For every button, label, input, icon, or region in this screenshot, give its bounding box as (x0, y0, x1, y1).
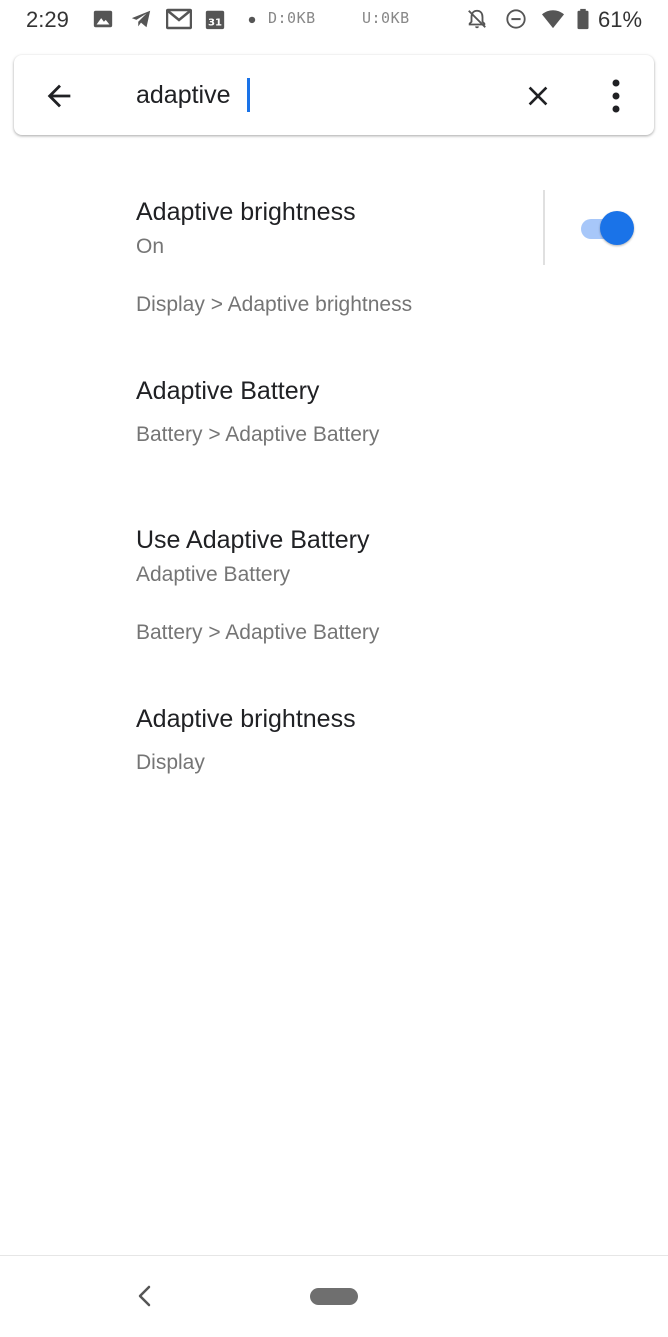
adaptive-brightness-toggle[interactable] (578, 210, 638, 246)
toggle-thumb (600, 211, 634, 245)
result-title: Adaptive brightness (136, 198, 356, 226)
telegram-icon (131, 10, 151, 28)
result-title: Adaptive brightness (136, 705, 356, 733)
battery-percent: 61% (598, 7, 643, 32)
download-speed: D:0KB (268, 9, 316, 27)
calendar-day: 31 (208, 17, 222, 28)
gmail-icon (166, 8, 192, 30)
result-path: Battery > Adaptive Battery (136, 621, 380, 644)
image-icon (93, 10, 113, 28)
result-path: Display > Adaptive brightness (136, 293, 413, 316)
result-summary: On (136, 235, 165, 258)
close-icon[interactable] (522, 80, 554, 112)
upload-speed: U:0KB (362, 9, 410, 27)
result-title: Use Adaptive Battery (136, 526, 370, 554)
search-input[interactable] (136, 75, 496, 115)
more-vert-icon[interactable] (606, 78, 626, 114)
search-bar (14, 55, 654, 135)
notifications-off-icon (468, 9, 486, 29)
toggle-divider (543, 190, 545, 265)
wifi-icon (542, 10, 564, 29)
arrow-back-icon[interactable] (42, 79, 76, 113)
text-cursor (247, 78, 250, 112)
nav-back-icon[interactable] (134, 1284, 156, 1308)
dot-icon (248, 16, 256, 24)
status-bar: 2:29 31 D:0KB U:0KB 61% (0, 0, 668, 40)
result-summary: Adaptive Battery (136, 563, 291, 586)
navigation-bar (0, 1255, 668, 1337)
calendar-icon: 31 (205, 10, 225, 30)
result-path: Battery > Adaptive Battery (136, 423, 380, 446)
status-time: 2:29 (26, 7, 69, 32)
do-not-disturb-icon (506, 9, 526, 29)
result-path: Display (136, 751, 205, 774)
result-title: Adaptive Battery (136, 377, 320, 405)
home-pill[interactable] (310, 1288, 358, 1305)
battery-icon (577, 8, 589, 30)
